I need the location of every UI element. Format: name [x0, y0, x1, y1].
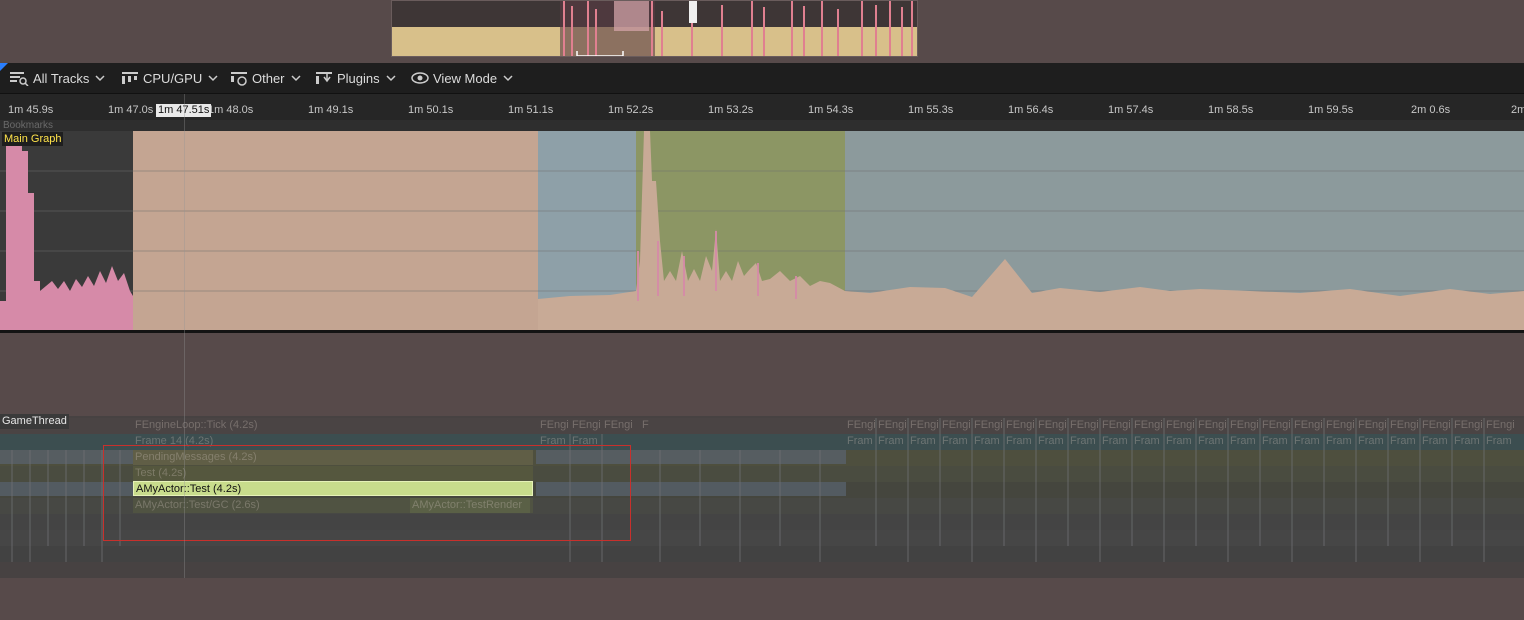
tick-label: 1m 49.1s	[308, 104, 354, 116]
event-frame[interactable]: Fram	[1100, 434, 1132, 448]
tick-label: 1m 51.1s	[508, 104, 554, 116]
tick-label: 1m 58.5s	[1208, 104, 1254, 116]
event-engine-tick[interactable]: FEngi	[1484, 418, 1516, 432]
empty-track-area	[0, 578, 1524, 620]
tick-label: 1m 57.4s	[1108, 104, 1154, 116]
chevron-down-icon	[386, 75, 396, 82]
event-engine-tick[interactable]: F	[640, 418, 650, 432]
event-engine-tick[interactable]: FEngineLoop::Tick (4.2s)	[133, 418, 533, 432]
timing-toolbar: All Tracks CPU/GPU Other Plugins View Mo…	[0, 63, 1524, 94]
view-mode-button[interactable]: View Mode	[411, 63, 517, 93]
event-frame[interactable]: Fram	[1484, 434, 1516, 448]
event-engine-tick[interactable]: FEngi	[1196, 418, 1228, 432]
chevron-down-icon	[503, 75, 513, 82]
chevron-down-icon	[290, 75, 301, 82]
event-engine-tick[interactable]: FEngi	[1452, 418, 1484, 432]
overview-window[interactable]	[391, 0, 918, 57]
event-frame[interactable]: Fram	[845, 434, 876, 448]
tick-label: 1m 54.3s	[808, 104, 854, 116]
tick-label: 1m 45.9s	[8, 104, 54, 116]
event-engine-tick[interactable]: FEngi	[538, 418, 570, 432]
event-engine-tick[interactable]: FEngi	[972, 418, 1004, 432]
eye-icon	[411, 72, 429, 84]
tick-label: 1m 50.1s	[408, 104, 454, 116]
event-frame[interactable]: Fram	[1132, 434, 1164, 448]
corner-marker-icon	[0, 63, 8, 71]
tick-label: 2m 0.6s	[1411, 104, 1451, 116]
event-engine-tick[interactable]: FEngi	[1260, 418, 1292, 432]
event-frame[interactable]: Fram	[940, 434, 972, 448]
tracks-plugin-icon	[316, 72, 332, 84]
time-ruler[interactable]: 1m 45.9s 1m 47.0s 1m 48.0s 1m 49.1s 1m 5…	[0, 94, 1524, 121]
event-engine-tick[interactable]: FEngi	[1388, 418, 1420, 432]
event-frame[interactable]: Fram	[1068, 434, 1100, 448]
chevron-down-icon	[208, 75, 218, 82]
tick-label: 1m 52.2s	[608, 104, 654, 116]
event-engine-tick[interactable]: FEngi	[940, 418, 972, 432]
plugins-button[interactable]: Plugins	[315, 63, 400, 93]
event-engine-tick[interactable]: FEngi	[570, 418, 602, 432]
tracks-filter-icon	[10, 72, 29, 86]
event-frame[interactable]: Fram	[1004, 434, 1036, 448]
event-engine-tick[interactable]: FEngi	[1132, 418, 1164, 432]
bookmarks-label: Bookmarks	[3, 120, 54, 131]
event-engine-tick[interactable]: FEngi	[1036, 418, 1068, 432]
plugins-label: Plugins	[337, 70, 380, 86]
event-frame[interactable]: Fram	[1452, 434, 1484, 448]
graph-title: Main Graph	[2, 132, 64, 146]
event-engine-tick[interactable]: FEngi	[1100, 418, 1132, 432]
tick-label: 1m 56.4s	[1008, 104, 1054, 116]
event-frame[interactable]: Fram	[1036, 434, 1068, 448]
all-tracks-button[interactable]: All Tracks	[9, 63, 109, 93]
main-graph-track[interactable]: Main Graph	[0, 131, 1524, 331]
event-engine-tick[interactable]: FEngi	[908, 418, 940, 432]
chevron-down-icon	[95, 75, 105, 82]
tick-label: 1m 55.3s	[908, 104, 954, 116]
event-engine-tick[interactable]: FEngi	[1292, 418, 1324, 432]
event-frame[interactable]: Fram	[908, 434, 940, 448]
tracks-settings-icon	[231, 72, 247, 86]
event-frame[interactable]: Fram	[1292, 434, 1324, 448]
main-graph-canvas	[0, 131, 1524, 331]
event-engine-tick[interactable]: FEngi	[1356, 418, 1388, 432]
selection-rectangle	[103, 445, 631, 541]
tick-label: 2m	[1511, 104, 1524, 116]
tick-label: 1m 48.0s	[208, 104, 254, 116]
time-cursor-line	[184, 94, 185, 620]
event-engine-tick[interactable]: FEngi	[1068, 418, 1100, 432]
other-button[interactable]: Other	[230, 63, 305, 93]
event-frame[interactable]: Fram	[1164, 434, 1196, 448]
cpu-gpu-button[interactable]: CPU/GPU	[121, 63, 222, 93]
cpu-gpu-label: CPU/GPU	[143, 70, 203, 86]
event-engine-tick[interactable]: FEngi	[876, 418, 908, 432]
event-frame[interactable]: Fram	[1196, 434, 1228, 448]
event-engine-tick[interactable]: FEngi	[845, 418, 876, 432]
event-engine-tick[interactable]: FEngi	[1164, 418, 1196, 432]
tick-label: 1m 53.2s	[708, 104, 754, 116]
view-mode-label: View Mode	[433, 70, 498, 86]
event-frame[interactable]: Fram	[1228, 434, 1260, 448]
event-frame[interactable]: Fram	[876, 434, 908, 448]
overview-graph	[392, 1, 917, 56]
event-frame[interactable]: Fram	[1388, 434, 1420, 448]
event-engine-tick[interactable]: FEngi	[1004, 418, 1036, 432]
event-frame[interactable]: Fram	[1420, 434, 1452, 448]
other-label: Other	[252, 70, 285, 86]
tracks-icon	[122, 72, 138, 84]
event-engine-tick[interactable]: FEngi	[1324, 418, 1356, 432]
bookmarks-strip[interactable]: Bookmarks	[0, 120, 1524, 131]
tick-label: 1m 59.5s	[1308, 104, 1354, 116]
event-frame[interactable]: Fram	[1324, 434, 1356, 448]
timeline-overview[interactable]	[0, 0, 1524, 58]
tick-label: 1m 47.0s	[108, 104, 154, 116]
event-engine-tick[interactable]: FEngi	[1420, 418, 1452, 432]
thread-label[interactable]: GameThread	[0, 414, 69, 429]
event-frame[interactable]: Fram	[972, 434, 1004, 448]
event-engine-tick[interactable]: FEngi	[602, 418, 634, 432]
empty-track-area	[0, 333, 1524, 416]
event-frame[interactable]: Fram	[1260, 434, 1292, 448]
event-engine-tick[interactable]: FEngi	[1228, 418, 1260, 432]
all-tracks-label: All Tracks	[33, 70, 90, 86]
event-frame[interactable]: Fram	[1356, 434, 1388, 448]
